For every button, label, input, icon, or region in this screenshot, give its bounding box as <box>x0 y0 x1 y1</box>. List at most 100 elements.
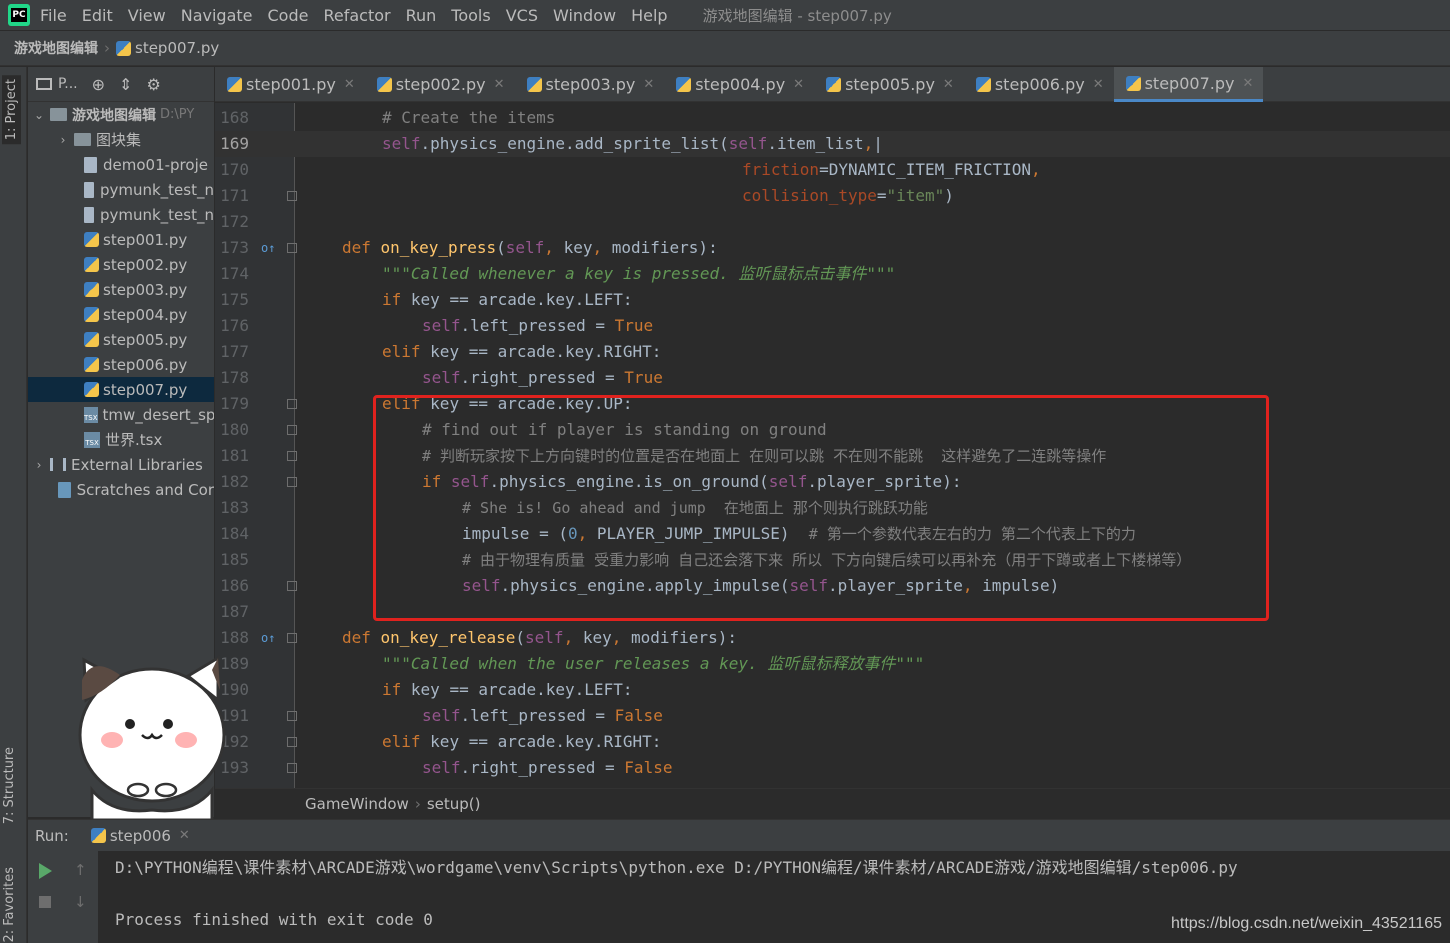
line-number: 178 <box>220 368 249 387</box>
fold-marker-icon[interactable] <box>287 425 297 435</box>
tree-item-root[interactable]: ⌄ 游戏地图编辑 D:\PY <box>28 102 214 127</box>
tree-item-file[interactable]: step002.py <box>28 252 214 277</box>
close-icon[interactable]: ✕ <box>1242 76 1253 91</box>
chevron-right-icon[interactable]: › <box>32 458 46 472</box>
close-icon[interactable]: ✕ <box>1093 77 1104 92</box>
menu-file[interactable]: File <box>40 6 67 25</box>
code-line: 172 <box>215 209 1450 235</box>
tab-step001[interactable]: step001.py ✕ <box>215 67 365 102</box>
fold-marker-icon[interactable] <box>287 633 297 643</box>
fold-marker-icon[interactable] <box>287 191 297 201</box>
arrow-down-icon[interactable]: ↓ <box>74 893 87 911</box>
fold-marker-icon[interactable] <box>287 451 297 461</box>
tab-step004[interactable]: step004.py ✕ <box>664 67 814 102</box>
rerun-play-icon[interactable] <box>39 863 52 879</box>
python-file-icon <box>84 282 99 297</box>
tree-item-label: pymunk_test_n <box>99 205 214 224</box>
tree-item-file[interactable]: step006.py <box>28 352 214 377</box>
tree-item-file[interactable]: pymunk_test_n <box>28 177 214 202</box>
tree-item-file[interactable]: demo01-proje <box>28 152 214 177</box>
stop-icon[interactable] <box>39 896 51 908</box>
code-editor[interactable]: 168 # Create the items 169 self.physics_en… <box>215 103 1450 788</box>
cat-sticker-illustration <box>78 655 226 820</box>
console-line: D:\PYTHON编程\课件素材\ARCADE游戏\wordgame\venv\… <box>115 858 1238 877</box>
close-icon[interactable]: ✕ <box>793 77 804 92</box>
breadcrumb-file[interactable]: step007.py <box>135 39 219 57</box>
code-line: 171 collision_type="item") <box>215 183 1450 209</box>
tree-item-file[interactable]: step005.py <box>28 327 214 352</box>
chevron-down-icon[interactable]: ⌄ <box>32 108 46 122</box>
tab-step003[interactable]: step003.py ✕ <box>515 67 665 102</box>
menu-code[interactable]: Code <box>268 6 309 25</box>
tab-step007[interactable]: step007.py ✕ <box>1113 67 1264 102</box>
fold-marker-icon[interactable] <box>287 763 297 773</box>
fold-marker-icon[interactable] <box>287 581 297 591</box>
tree-item-label: step007.py <box>103 380 188 399</box>
run-panel-header: Run: step006 ✕ <box>28 819 1450 851</box>
tab-step006[interactable]: step006.py ✕ <box>964 67 1114 102</box>
tree-item-file[interactable]: step001.py <box>28 227 214 252</box>
crumb-class[interactable]: GameWindow <box>305 795 409 813</box>
fold-marker-icon[interactable] <box>287 477 297 487</box>
run-tab-step006[interactable]: step006 ✕ <box>90 827 190 845</box>
close-icon[interactable]: ✕ <box>643 77 654 92</box>
line-number: 181 <box>220 446 249 465</box>
fold-marker-icon[interactable] <box>287 737 297 747</box>
collapse-all-icon[interactable]: ⇕ <box>119 75 132 94</box>
python-file-icon <box>826 77 842 92</box>
code-docstring: """Called when the user releases a key. … <box>382 654 925 673</box>
tree-item-file-selected[interactable]: step007.py <box>28 377 214 402</box>
tab-favorites[interactable]: 2: Favorites <box>2 867 17 943</box>
locate-icon[interactable]: ⊕ <box>92 75 105 94</box>
code-line: 170 friction=DYNAMIC_ITEM_FRICTION, <box>215 157 1450 183</box>
override-method-icon[interactable]: o↑ <box>261 235 275 261</box>
tree-item-file[interactable]: TSX tmw_desert_sp <box>28 402 214 427</box>
fold-marker-icon[interactable] <box>287 711 297 721</box>
tab-structure[interactable]: 7: Structure <box>2 747 17 824</box>
fold-marker-icon[interactable] <box>287 399 297 409</box>
menu-navigate[interactable]: Navigate <box>181 6 253 25</box>
highlight-annotation-box <box>373 395 1269 621</box>
menu-view[interactable]: View <box>128 6 166 25</box>
tab-project[interactable]: 1: Project <box>2 75 21 145</box>
tree-item-label: pymunk_test_n <box>99 180 214 199</box>
code-line: 178 self.right_pressed = True <box>215 365 1450 391</box>
breadcrumb-project[interactable]: 游戏地图编辑 <box>14 38 98 58</box>
menu-edit[interactable]: Edit <box>82 6 113 25</box>
menu-vcs[interactable]: VCS <box>506 6 538 25</box>
tree-item-folder[interactable]: › 图块集 <box>28 127 214 152</box>
menu-refactor[interactable]: Refactor <box>323 6 390 25</box>
menu-tools[interactable]: Tools <box>451 6 490 25</box>
folder-icon <box>50 108 67 121</box>
tab-step002[interactable]: step002.py ✕ <box>365 67 515 102</box>
chevron-right-icon[interactable]: › <box>56 133 70 147</box>
tree-item-file[interactable]: TSX 世界.tsx <box>28 427 214 452</box>
tree-item-file[interactable]: step004.py <box>28 302 214 327</box>
fold-marker-icon[interactable] <box>287 243 297 253</box>
tab-label: step006.py <box>994 75 1085 94</box>
menu-window[interactable]: Window <box>553 6 616 25</box>
tab-step005[interactable]: step005.py ✕ <box>814 67 964 102</box>
python-file-icon <box>526 77 542 92</box>
tree-item-external-libraries[interactable]: › External Libraries <box>28 452 214 477</box>
tab-label: step003.py <box>545 75 636 94</box>
line-number: 170 <box>220 160 249 179</box>
tree-item-scratches[interactable]: Scratches and Cor <box>28 477 214 502</box>
menu-help[interactable]: Help <box>631 6 667 25</box>
tree-item-file[interactable]: pymunk_test_n <box>28 202 214 227</box>
line-number: 185 <box>220 550 249 569</box>
tree-item-file[interactable]: step003.py <box>28 277 214 302</box>
override-method-icon[interactable]: o↑ <box>261 625 275 651</box>
close-icon[interactable]: ✕ <box>344 77 355 92</box>
close-icon[interactable]: ✕ <box>943 77 954 92</box>
close-icon[interactable]: ✕ <box>494 77 505 92</box>
gear-icon[interactable]: ⚙ <box>146 75 160 94</box>
line-number: 184 <box>220 524 249 543</box>
close-icon[interactable]: ✕ <box>179 828 190 843</box>
crumb-method[interactable]: setup() <box>427 795 481 813</box>
folder-icon <box>74 133 91 146</box>
arrow-up-icon[interactable]: ↑ <box>74 861 87 879</box>
project-view-selector[interactable]: P... <box>58 76 78 92</box>
library-icon <box>50 458 66 471</box>
menu-run[interactable]: Run <box>406 6 437 25</box>
